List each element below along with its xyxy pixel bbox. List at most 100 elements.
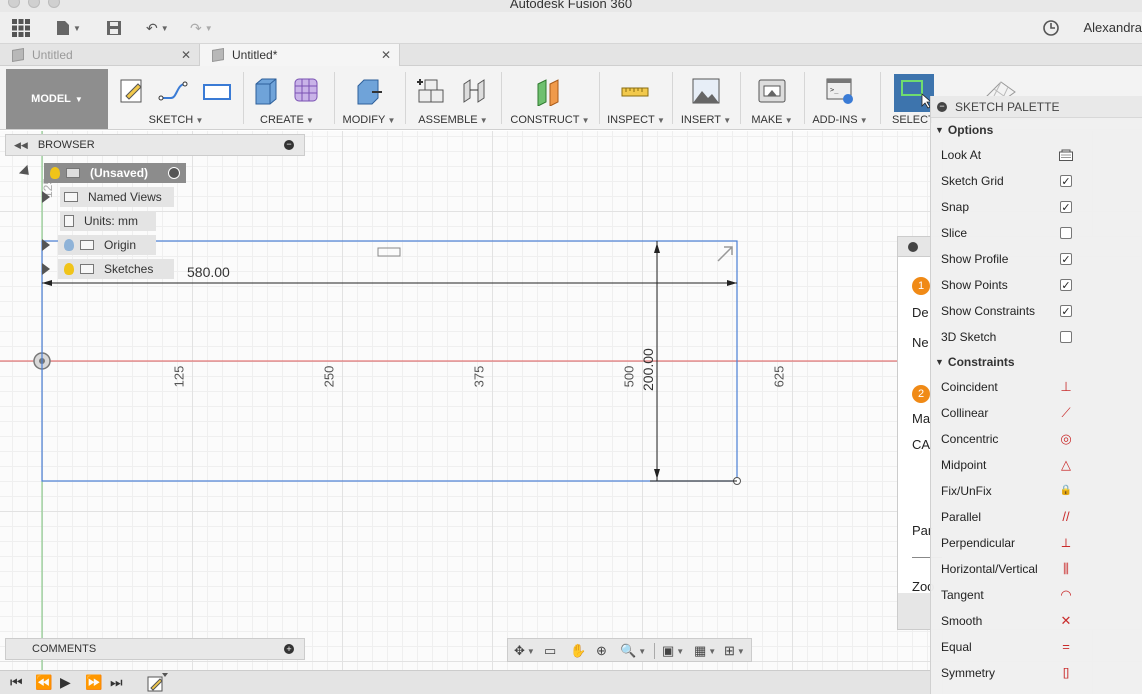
constraint-midpoint[interactable]: Midpoint △ [931, 452, 1142, 478]
create-group[interactable]: CREATE ▼ [246, 66, 328, 130]
step-back-icon[interactable]: ⏪ [35, 674, 52, 691]
expand-sketches-icon[interactable] [42, 263, 50, 275]
constraint-horizontal-vertical[interactable]: Horizontal/Vertical ⫼ [931, 556, 1142, 582]
joint-icon[interactable] [460, 76, 490, 106]
make-group[interactable]: MAKE ▼ [743, 66, 801, 130]
display-settings-button[interactable]: ▣ ▼ [662, 642, 684, 660]
equal-icon[interactable]: = [1062, 640, 1070, 654]
3d-sketch-checkbox[interactable] [1060, 331, 1072, 343]
create-sketch-icon[interactable] [118, 76, 148, 106]
constraint-equal[interactable]: Equal = [931, 634, 1142, 660]
inspect-group[interactable]: INSPECT ▼ [602, 66, 670, 130]
constraint-symmetry[interactable]: Symmetry [] [931, 660, 1142, 686]
pan-hand-icon[interactable]: ✋ [570, 642, 586, 660]
option-show-points[interactable]: Show Points ✓ [931, 272, 1142, 298]
perpendicular-icon[interactable]: ⟂ [1062, 536, 1071, 550]
grid-settings-button[interactable]: ▦ ▼ [694, 642, 716, 660]
collinear-icon[interactable]: ⟋ [1061, 406, 1070, 420]
symmetry-icon[interactable]: [] [1063, 666, 1069, 680]
offset-plane-icon[interactable] [534, 76, 564, 106]
constraints-section-header[interactable]: ▼ Constraints [931, 350, 1142, 374]
options-section-header[interactable]: ▼ Options [931, 118, 1142, 142]
workspace-switcher[interactable]: MODEL ▼ [6, 69, 108, 129]
lock-icon[interactable]: 🔒 [1060, 484, 1072, 498]
go-to-start-icon[interactable]: ⏮ [10, 674, 23, 691]
look-at-icon[interactable] [1059, 148, 1073, 162]
modify-group[interactable]: MODIFY ▼ [336, 66, 402, 130]
file-menu-button[interactable]: ▼ [56, 17, 81, 39]
close-tab-icon[interactable]: ✕ [181, 48, 191, 62]
rectangle-icon[interactable] [202, 76, 232, 106]
visibility-bulb-icon[interactable] [64, 263, 74, 275]
new-component-icon[interactable] [416, 76, 446, 106]
insert-group[interactable]: INSERT ▼ [675, 66, 737, 130]
show-constraints-checkbox[interactable]: ✓ [1060, 305, 1072, 318]
zoom-window-button[interactable] [48, 0, 60, 8]
expand-named-views-icon[interactable] [42, 191, 50, 203]
add-ins-group[interactable]: >_ ADD-INS ▼ [807, 66, 873, 130]
grid-menu-icon[interactable] [12, 17, 30, 39]
constraint-tangent[interactable]: Tangent ◠ [931, 582, 1142, 608]
zoom-icon[interactable]: ⊕ [596, 642, 607, 660]
press-pull-icon[interactable] [354, 76, 384, 106]
undo-button[interactable]: ↶ ▼ [146, 17, 169, 39]
tab-untitled[interactable]: Untitled ✕ [0, 44, 200, 66]
history-clock-icon[interactable] [1042, 17, 1060, 39]
insert-image-icon[interactable] [691, 76, 721, 106]
collapse-browser-icon[interactable]: ◀◀ [14, 140, 28, 151]
parallel-icon[interactable]: // [1062, 510, 1069, 524]
step-forward-icon[interactable]: ⏩ [85, 674, 102, 691]
browser-header[interactable]: ◀◀ BROWSER − [5, 134, 305, 156]
orbit-button[interactable]: ✥ ▼ [514, 642, 535, 660]
visibility-bulb-icon[interactable] [50, 167, 60, 179]
constraint-smooth[interactable]: Smooth ✕ [931, 608, 1142, 634]
sketch-feature-icon[interactable] [146, 673, 170, 693]
select-group[interactable]: SELECT [884, 66, 935, 130]
sketch-grid-checkbox[interactable]: ✓ [1060, 175, 1072, 188]
constraint-fix-unfix[interactable]: Fix/UnFix 🔒 [931, 478, 1142, 504]
look-at-nav-icon[interactable]: ▭ [544, 642, 556, 660]
close-tab-icon[interactable]: ✕ [381, 48, 391, 62]
palette-header[interactable]: − SKETCH PALETTE [931, 96, 1142, 118]
activate-radio-icon[interactable] [168, 167, 180, 179]
viewports-button[interactable]: ⊞ ▼ [724, 642, 745, 660]
slice-checkbox[interactable] [1060, 227, 1072, 239]
save-icon[interactable] [106, 17, 122, 39]
browser-item-named-views[interactable]: Named Views [60, 187, 174, 207]
redo-button[interactable]: ↷ ▼ [190, 17, 213, 39]
constraint-coincident[interactable]: Coincident ⊥ [931, 374, 1142, 400]
show-profile-checkbox[interactable]: ✓ [1060, 253, 1072, 266]
close-window-button[interactable] [8, 0, 20, 8]
expand-origin-icon[interactable] [42, 239, 50, 251]
minimize-panel-icon[interactable] [908, 242, 918, 252]
snap-checkbox[interactable]: ✓ [1060, 201, 1072, 214]
minimize-browser-icon[interactable]: − [284, 140, 294, 150]
play-icon[interactable]: ▶ [60, 674, 71, 691]
height-dimension-value[interactable]: 200.00 [640, 331, 656, 391]
tab-untitled-active[interactable]: Untitled* ✕ [200, 44, 400, 66]
go-to-end-icon[interactable]: ⏭ [110, 674, 123, 691]
minimize-window-button[interactable] [28, 0, 40, 8]
user-name[interactable]: Alexandra [1083, 20, 1142, 35]
option-snap[interactable]: Snap ✓ [931, 194, 1142, 220]
concentric-icon[interactable]: ◎ [1060, 432, 1071, 446]
option-slice[interactable]: Slice [931, 220, 1142, 246]
constraint-parallel[interactable]: Parallel // [931, 504, 1142, 530]
visibility-bulb-icon[interactable] [64, 239, 74, 251]
minimize-palette-icon[interactable]: − [937, 101, 947, 112]
browser-item-units[interactable]: Units: mm [60, 211, 156, 231]
tangent-icon[interactable]: ◠ [1060, 588, 1071, 602]
width-dimension-value[interactable]: 580.00 [187, 264, 230, 280]
option-show-profile[interactable]: Show Profile ✓ [931, 246, 1142, 272]
sketch-group[interactable]: SKETCH ▼ [112, 66, 240, 130]
option-sketch-grid[interactable]: Sketch Grid ✓ [931, 168, 1142, 194]
browser-item-sketches[interactable]: Sketches [58, 259, 174, 279]
extrude-icon[interactable] [250, 76, 280, 106]
scripts-addins-icon[interactable]: >_ [825, 76, 855, 106]
comments-panel-header[interactable]: COMMENTS + [5, 638, 305, 660]
smooth-icon[interactable]: ✕ [1061, 614, 1072, 628]
assemble-group[interactable]: ASSEMBLE ▼ [408, 66, 498, 130]
horizontal-constraint-icon[interactable] [377, 247, 401, 257]
3d-print-icon[interactable] [757, 76, 787, 106]
constraint-perpendicular[interactable]: Perpendicular ⟂ [931, 530, 1142, 556]
